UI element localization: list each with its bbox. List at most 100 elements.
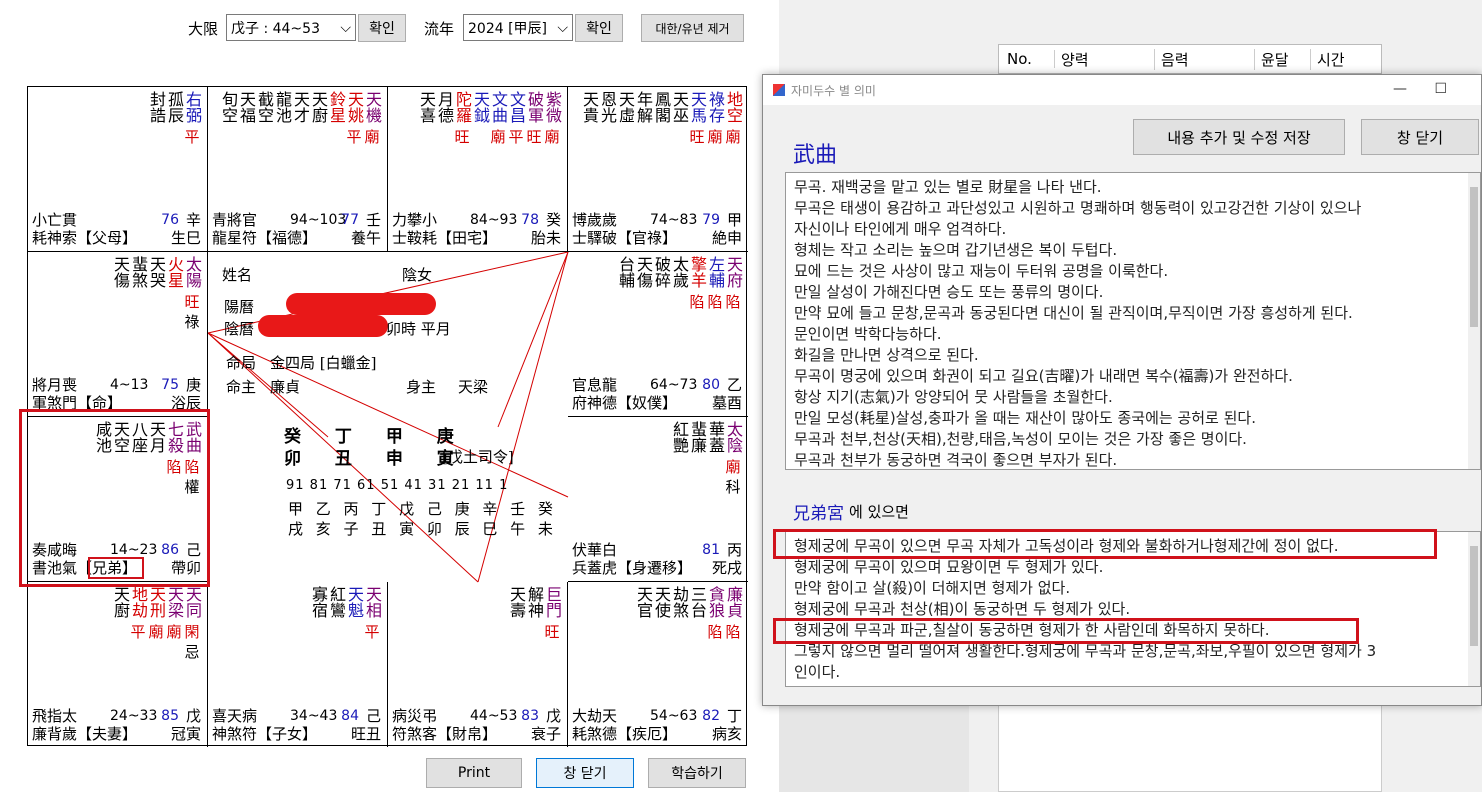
learn-button[interactable]: 학습하기 <box>648 758 746 788</box>
star-column[interactable]: 蜚煞 <box>129 256 148 331</box>
star-column[interactable]: 孤辰 <box>165 91 184 148</box>
palace-cell-sul[interactable]: 太陰廟科華蓋 蜚廉 紅艷 伏華白 兵蓋虎【身遷移】 81 丙死戌 <box>568 417 748 582</box>
star-name: 寡宿 <box>309 586 328 618</box>
daehan-select[interactable]: 戊子 : 44~53 ⌵ <box>226 14 356 41</box>
star-column[interactable]: 解神 <box>525 586 544 643</box>
star-column[interactable]: 劫煞 <box>670 586 689 643</box>
star-column[interactable]: 年解 <box>634 91 653 148</box>
star-column[interactable]: 巨門旺 <box>543 586 562 643</box>
star-column[interactable]: 天廚 <box>309 91 328 148</box>
print-button[interactable]: Print <box>426 758 522 788</box>
star-column[interactable]: 天巫 <box>670 91 689 148</box>
star-column[interactable]: 天姚平 <box>345 91 364 148</box>
star-column[interactable]: 截空 <box>255 91 274 148</box>
star-column[interactable]: 紅艷 <box>670 421 689 496</box>
description-line: 만약 묘에 들고 문창,문곡과 동궁된다면 대신이 될 관직이며,무직이면 가장… <box>794 304 1353 322</box>
palace-cell-jin[interactable]: 太陽旺祿火星 天哭 蜚煞 天傷 將月喪 軍煞門【命】 4~13 75 庚浴辰 <box>28 252 208 417</box>
description-line: 만일 모성(耗星)살성,충파가 올 때는 재산이 많아도 종국에는 공허로 된다… <box>794 409 1256 427</box>
palace-cell-mi[interactable]: 紫微廟破軍旺文昌平文曲廟天鉞 陀羅旺月德 天喜 力攀小 士鞍耗【田宅】 84~93 78 癸胎… <box>388 87 568 252</box>
yunyeon-select[interactable]: 2024 [甲辰] ⌵ <box>463 14 573 41</box>
star-column[interactable]: 右弼平 <box>183 91 202 148</box>
star-column[interactable]: 旬空 <box>219 91 238 148</box>
star-column[interactable]: 天哭 <box>147 256 166 331</box>
star-column[interactable]: 破碎 <box>652 256 671 313</box>
palace-cell-yu[interactable]: 天府陷左輔陷擎羊陷太歲 破碎 天傷 台輔 官息龍 府神德【奴僕】 64~73 80 乙墓酉 <box>568 252 748 417</box>
star-column[interactable]: 華蓋 <box>706 421 725 496</box>
star-column[interactable]: 天梁廟 <box>165 586 184 661</box>
star-column[interactable]: 祿存廟 <box>706 91 725 148</box>
daehan-confirm-button[interactable]: 확인 <box>358 14 406 42</box>
star-column[interactable]: 天府陷 <box>724 256 743 313</box>
star-column[interactable]: 三台 <box>688 586 707 643</box>
star-column[interactable]: 貪狼陷 <box>706 586 725 643</box>
star-column[interactable]: 天鉞 <box>471 91 490 148</box>
palace-cell-in[interactable]: 天同閑忌天梁廟天刑廟地劫平天廚 飛指太 廉背歲【夫妻】 24~33 85 戊冠寅 <box>28 582 208 747</box>
star-column[interactable]: 恩光 <box>598 91 617 148</box>
star-status: 陷 <box>707 293 723 311</box>
star-column[interactable]: 太陽旺祿 <box>183 256 202 331</box>
star-column[interactable]: 封誥 <box>147 91 166 148</box>
star-column[interactable]: 地空廟 <box>724 91 743 148</box>
palace-cell-chuk[interactable]: 天相平天魁 紅鸞 寡宿 喜天病 神煞符【子女】 34~43 84 己旺丑 <box>208 582 388 747</box>
star-column[interactable]: 天貴 <box>580 91 599 148</box>
yunyeon-confirm-button[interactable]: 확인 <box>575 14 623 42</box>
palace-cell-si[interactable]: 右弼平孤辰 封誥 小亡貫 耗神索【父母】 76 辛生巳 <box>28 87 208 252</box>
star-column[interactable]: 天福 <box>237 91 256 148</box>
scrollbar[interactable] <box>1468 173 1480 469</box>
star-column[interactable]: 天傷 <box>634 256 653 313</box>
star-column[interactable]: 廉貞陷 <box>724 586 743 643</box>
star-name: 天廚 <box>111 586 130 618</box>
palace-cell-hae[interactable]: 廉貞陷貪狼陷三台 劫煞 天使 天官 大劫天 耗煞德【疾厄】 54~63 82 丁病亥 <box>568 582 748 747</box>
close-chart-button[interactable]: 창 닫기 <box>536 758 634 788</box>
star-column[interactable]: 天才 <box>291 91 310 148</box>
star-column[interactable]: 破軍旺 <box>525 91 544 148</box>
star-column[interactable]: 天刑廟 <box>147 586 166 661</box>
star-column[interactable]: 天同閑忌 <box>183 586 202 661</box>
scrollbar[interactable] <box>1468 532 1480 686</box>
palace-name: 兵蓋虎【身遷移】 <box>572 559 693 577</box>
star-column[interactable]: 天使 <box>652 586 671 643</box>
star-column[interactable]: 天傷 <box>111 256 130 331</box>
palace-cell-sin[interactable]: 地空廟祿存廟天馬旺天巫 鳳閣 年解 天虛 恩光 天貴 博歲歲 士驛破【官祿】 74~83 79 甲絶… <box>568 87 748 252</box>
star-column[interactable]: 太陰廟科 <box>724 421 743 496</box>
star-column[interactable]: 鈴星 <box>327 91 346 148</box>
star-name: 太陰 <box>724 421 743 453</box>
star-column[interactable]: 天機廟 <box>363 91 382 148</box>
star-column[interactable]: 天虛 <box>616 91 635 148</box>
star-column[interactable]: 擎羊陷 <box>688 256 707 313</box>
star-column[interactable]: 火星 <box>165 256 184 331</box>
save-button[interactable]: 내용 추가 및 수정 저장 <box>1133 119 1345 155</box>
palace-description-line: 형제궁에 무곡과 천상(相)이 동궁하면 두 형제가 있다. <box>794 600 1131 618</box>
star-column[interactable]: 天官 <box>634 586 653 643</box>
star-column[interactable]: 台輔 <box>616 256 635 313</box>
star-column[interactable]: 天馬旺 <box>688 91 707 148</box>
star-column[interactable]: 文昌平 <box>507 91 526 148</box>
star-column[interactable]: 太歲 <box>670 256 689 313</box>
star-column[interactable]: 左輔陷 <box>706 256 725 313</box>
star-meaning-dialog: 자미두수 별 의미 — ☐ 내용 추가 및 수정 저장 창 닫기 武曲 무곡. … <box>762 74 1482 706</box>
star-column[interactable]: 文曲廟 <box>489 91 508 148</box>
palace-cell-ja[interactable]: 巨門旺解神 天壽 病災弔 符煞客【財帛】 44~53 83 戊衰子 <box>388 582 568 747</box>
star-column[interactable]: 龍池 <box>273 91 292 148</box>
maximize-icon[interactable]: ☐ <box>1434 81 1447 97</box>
star-column[interactable]: 月德 <box>435 91 454 148</box>
star-column[interactable]: 地劫平 <box>129 586 148 661</box>
remove-daehan-button[interactable]: 대한/유년 제거 <box>641 14 744 42</box>
palace-name: 符煞客【財帛】 <box>392 725 498 743</box>
star-description[interactable]: 무곡. 재백궁을 맡고 있는 별로 財星을 나타 낸다. 무곡은 태생이 용감하고… <box>785 172 1481 470</box>
star-column[interactable]: 天相平 <box>363 586 382 643</box>
star-column[interactable]: 紫微廟 <box>543 91 562 148</box>
star-column[interactable]: 天壽 <box>507 586 526 643</box>
minimize-icon[interactable]: — <box>1393 81 1407 97</box>
palace-cell-o[interactable]: 天機廟天姚平鈴星 天廚 天才 龍池 截空 天福 旬空 青將官 龍星符【福德】 94~103 77 壬養… <box>208 87 388 252</box>
spirit-line-1: 伏華白 <box>572 541 618 559</box>
star-column[interactable]: 蜚廉 <box>688 421 707 496</box>
star-column[interactable]: 天喜 <box>417 91 436 148</box>
star-column[interactable]: 紅鸞 <box>327 586 346 643</box>
star-column[interactable]: 天廚 <box>111 586 130 661</box>
star-column[interactable]: 鳳閣 <box>652 91 671 148</box>
star-column[interactable]: 天魁 <box>345 586 364 643</box>
dialog-close-button[interactable]: 창 닫기 <box>1361 119 1479 155</box>
star-column[interactable]: 寡宿 <box>309 586 328 643</box>
star-column[interactable]: 陀羅旺 <box>453 91 472 148</box>
